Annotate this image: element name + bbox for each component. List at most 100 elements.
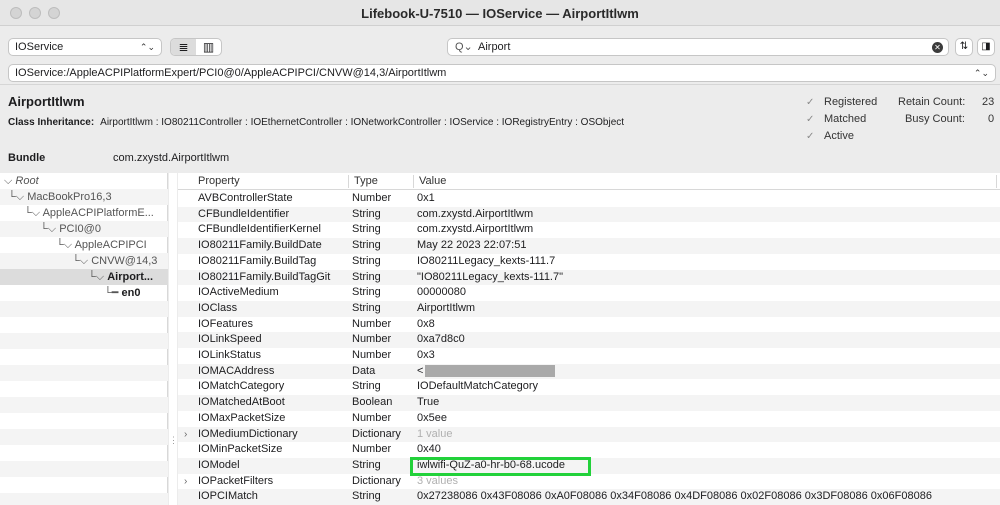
split-divider[interactable]: ⋮ (169, 173, 178, 505)
value-cell[interactable]: 0x27238086 0x43F08086 0xA0F08086 0x34F08… (417, 489, 932, 504)
property-cell: IOActiveMedium (198, 286, 279, 299)
table-row[interactable]: IO80211Family.BuildTagGit String "IO80211L… (178, 269, 1000, 286)
tree-item-label: AppleACPIPCI (74, 239, 147, 251)
value-cell[interactable]: True (417, 395, 439, 410)
type-cell: Number (352, 443, 392, 456)
value-cell[interactable]: 0xa7d8c0 (417, 332, 465, 347)
value-cell[interactable]: May 22 2023 22:07:51 (417, 238, 526, 253)
type-cell: String (352, 286, 381, 299)
tree-item[interactable]: └⌵ AppleACPIPCI (0, 237, 168, 253)
property-cell: IO80211Family.BuildDate (198, 239, 322, 252)
table-row[interactable]: IOMatchedAtBoot Boolean True (178, 395, 1000, 411)
path-stepper-icon: ⌃⌄ (973, 68, 989, 78)
tree-item[interactable]: └⌵ AppleACPIPlatformE... (0, 205, 168, 221)
table-row[interactable]: CFBundleIdentifierKernel String com.zxystd… (178, 222, 1000, 238)
disclosure-triangle-icon[interactable]: › (184, 474, 187, 489)
value-cell[interactable]: < (417, 364, 556, 379)
table-row[interactable]: AVBControllerState Number 0x1 (178, 191, 1000, 207)
value-cell[interactable]: com.zxystd.AirportItlwm (417, 222, 533, 237)
value-cell[interactable]: 0x5ee (417, 411, 447, 426)
tree-item[interactable]: └⌵ MacBookPro16,3 (0, 189, 168, 205)
path-select[interactable]: IOService:/AppleACPIPlatformExpert/PCI0@… (8, 64, 996, 82)
column-header-value[interactable]: Value (419, 175, 446, 187)
tree-item[interactable]: └⌵ CNVW@14,3 (0, 253, 168, 269)
sidebar-toggle-icon[interactable]: ◨ (977, 38, 995, 56)
checkmark-icon: ✓ (806, 97, 815, 108)
search-field[interactable]: Q⌄ Airport ✕ (447, 38, 949, 56)
value-cell[interactable]: 00000080 (417, 285, 466, 300)
value-cell[interactable]: AirportItlwm (417, 301, 475, 316)
search-icon: Q⌄ (455, 41, 473, 53)
list-view-icon[interactable]: ≣ (171, 39, 196, 55)
retain-count-value: 23 (982, 96, 995, 108)
tree-item[interactable]: ⌵ Root (0, 173, 168, 189)
search-input[interactable]: Airport (478, 41, 510, 53)
tree-item[interactable]: └⌵ PCI0@0 (0, 221, 168, 237)
value-cell[interactable]: 0x1 (417, 191, 435, 206)
property-cell: IOModel (198, 458, 240, 471)
table-row[interactable]: IOClass String AirportItlwm (178, 300, 1000, 317)
inheritance-label: Class Inheritance: (8, 117, 95, 128)
disclosure-icon: └⌵ (24, 207, 41, 219)
type-cell: String (352, 490, 381, 503)
column-header-property[interactable]: Property (198, 175, 240, 187)
split-handle-icon[interactable]: ⋮ (169, 435, 178, 446)
class-name: AirportItlwm (8, 94, 85, 109)
type-cell: Number (352, 333, 392, 346)
property-cell: IOClass (198, 301, 238, 314)
table-row[interactable]: IOMatchCategory String IODefaultMatchCateg… (178, 379, 1000, 395)
checkmark-icon: ✓ (806, 114, 815, 125)
table-row[interactable]: IOActiveMedium String 00000080 (178, 285, 1000, 301)
value-cell[interactable]: 0x8 (417, 317, 435, 332)
disclosure-icon: └⌵ (88, 271, 105, 283)
table-row[interactable]: › IOMediumDictionary Dictionary 1 value (178, 426, 1000, 443)
table-row[interactable]: IOMACAddress Data < (178, 363, 1000, 380)
object-info: AirportItlwm Class Inheritance: AirportIt… (0, 86, 1000, 172)
tree-item-selected[interactable]: └⌵ Airport... (0, 269, 168, 285)
tree-item-label: CNVW@14,3 (91, 255, 158, 267)
tree-item[interactable]: └━ en0 (0, 285, 168, 301)
window-title: Lifebook-U-7510 — IOService — AirportItl… (361, 6, 639, 21)
table-header: Property Type Value (178, 173, 1000, 190)
type-cell: Number (352, 192, 392, 204)
table-row[interactable]: IOMaxPacketSize Number 0x5ee (178, 411, 1000, 427)
type-cell: String (352, 270, 381, 283)
view-mode-toggle[interactable]: ≣ ▥ (170, 38, 222, 56)
bundle-label: Bundle (8, 152, 46, 164)
value-cell[interactable]: IO80211Legacy_kexts-111.7 (417, 254, 555, 269)
table-row[interactable]: IOLinkStatus Number 0x3 (178, 348, 1000, 364)
clear-search-icon[interactable]: ✕ (932, 42, 943, 53)
table-row[interactable]: IO80211Family.BuildTag String IO80211Legac… (178, 254, 1000, 270)
toolbar: IOService ⌃⌄ ≣ ▥ Q⌄ Airport ✕ ⇅ ◨ IOServ… (0, 27, 1000, 85)
value-cell[interactable]: "IO80211Legacy_kexts-111.7" (417, 270, 563, 285)
property-cell: IOPCIMatch (198, 490, 258, 503)
value-cell[interactable]: 0x40 (417, 442, 441, 457)
table-row[interactable]: IO80211Family.BuildDate String May 22 2023… (178, 238, 1000, 254)
registry-tree: ⌵ Root └⌵ MacBookPro16,3 └⌵ AppleACPIPla… (0, 173, 168, 505)
busy-count-value: 0 (988, 113, 995, 125)
value-cell[interactable]: com.zxystd.AirportItlwm (417, 207, 533, 222)
tree-item-label: MacBookPro16,3 (27, 191, 112, 203)
search-options-stepper[interactable]: ⇅ (955, 38, 973, 56)
tree-item-label: PCI0@0 (59, 223, 101, 235)
table-row[interactable]: IOPCIMatch String 0x27238086 0x43F08086 0x… (178, 489, 1000, 505)
status-label: Registered (824, 96, 878, 108)
table-row[interactable]: CFBundleIdentifier String com.zxystd.Airpo… (178, 206, 1000, 223)
column-header-type[interactable]: Type (354, 175, 378, 187)
table-row[interactable]: IOMinPacketSize Number 0x40 (178, 442, 1000, 458)
path-value: IOService:/AppleACPIPlatformExpert/PCI0@… (15, 67, 447, 79)
plane-select[interactable]: IOService ⌃⌄ (8, 38, 162, 56)
disclosure-triangle-icon[interactable]: › (184, 427, 187, 442)
table-row[interactable]: IOFeatures Number 0x8 (178, 317, 1000, 333)
inheritance-chain: AirportItlwm : IO80211Controller : IOEth… (100, 117, 625, 128)
property-cell: AVBControllerState (198, 192, 293, 204)
value-cell[interactable]: 0x3 (417, 348, 435, 363)
table-row[interactable]: IOLinkSpeed Number 0xa7d8c0 (178, 332, 1000, 348)
type-cell: Number (352, 349, 392, 361)
type-cell: String (352, 239, 381, 252)
property-cell: IOFeatures (198, 317, 254, 330)
class-inheritance: Class Inheritance: AirportItlwm : IO80211… (8, 117, 624, 128)
column-view-icon[interactable]: ▥ (196, 39, 221, 55)
value-cell[interactable]: IODefaultMatchCategory (417, 379, 538, 394)
type-cell: String (352, 301, 381, 314)
